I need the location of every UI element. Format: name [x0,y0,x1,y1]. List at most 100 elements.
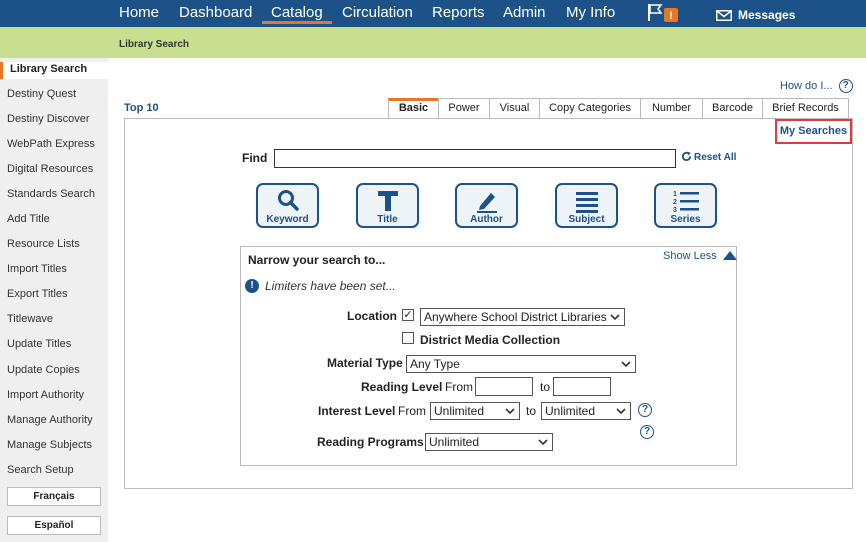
top-navigation: Home Dashboard Catalog Circulation Repor… [0,0,866,27]
reset-all-link[interactable]: Reset All [681,151,736,163]
location-value: Anywhere School District Libraries [424,310,607,324]
title-label: Title [377,214,398,225]
sidebar-item-digital-resources[interactable]: Digital Resources [7,163,93,175]
keyword-label: Keyword [266,214,309,225]
sidebar-item-import-titles[interactable]: Import Titles [7,263,67,275]
sidebar-item-resource-lists[interactable]: Resource Lists [7,238,80,250]
series-label: Series [670,214,701,225]
sidebar-item-standards-search[interactable]: Standards Search [7,188,95,200]
flag-icon[interactable]: ! [647,3,681,23]
numbered-list-icon: 1 2 3 [673,191,699,214]
how-do-i-label: How do I... [780,79,833,92]
nav-catalog[interactable]: Catalog [262,4,332,24]
search-tabs: Basic Power Visual Copy Categories Numbe… [388,98,849,118]
help-icon: ? [838,79,853,93]
breadcrumb-bar: Library Search [0,27,866,58]
tab-power[interactable]: Power [438,98,490,118]
limiters-note: Limiters have been set... [265,279,396,293]
sidebar-item-add-title[interactable]: Add Title [7,213,50,225]
interest-to-select[interactable]: Unlimited [541,402,631,420]
sidebar-item-update-copies[interactable]: Update Copies [7,364,80,376]
tab-barcode[interactable]: Barcode [702,98,763,118]
district-checkbox[interactable] [402,332,414,344]
author-search-button[interactable]: Author [455,183,518,228]
reset-all-label: Reset All [694,152,737,163]
messages-link[interactable]: Messages [716,8,795,22]
find-label: Find [242,151,268,165]
breadcrumb: Library Search [119,39,190,50]
svg-text:2: 2 [673,199,677,206]
interest-level-label: Interest Level [318,404,396,418]
sidebar: Library Search Destiny Quest Destiny Dis… [0,58,108,542]
material-type-select[interactable]: Any Type [406,355,636,373]
interest-to-value: Unlimited [545,404,596,418]
narrow-title: Narrow your search to... [248,253,386,267]
sidebar-item-update-titles[interactable]: Update Titles [7,338,71,350]
series-search-button[interactable]: 1 2 3 Series [654,183,717,228]
tab-basic[interactable]: Basic [388,98,439,118]
how-do-i-link[interactable]: How do I... ? [780,79,853,93]
sidebar-item-webpath-express[interactable]: WebPath Express [7,138,95,150]
nav-home[interactable]: Home [119,4,159,21]
tab-visual[interactable]: Visual [489,98,540,118]
title-search-button[interactable]: Title [356,183,419,228]
nav-dashboard[interactable]: Dashboard [179,4,252,21]
sidebar-item-destiny-quest[interactable]: Destiny Quest [7,88,76,100]
sidebar-item-library-search[interactable]: Library Search [0,62,108,79]
language-french-button[interactable]: Français [7,487,101,506]
interest-from-value: Unlimited [434,404,485,418]
nav-admin[interactable]: Admin [503,4,546,21]
reading-programs-value: Unlimited [429,435,480,449]
reading-programs-select[interactable]: Unlimited [425,433,553,451]
my-searches-button[interactable]: My Searches [775,119,852,144]
keyword-search-button[interactable]: Keyword [256,183,319,228]
sidebar-item-search-setup[interactable]: Search Setup [7,464,74,476]
interest-from-label: From [398,404,426,418]
sidebar-item-destiny-discover[interactable]: Destiny Discover [7,113,90,125]
envelope-icon [716,10,732,21]
sidebar-item-import-authority[interactable]: Import Authority [7,389,84,401]
interest-from-select[interactable]: Unlimited [430,402,520,420]
reading-from-label: From [445,380,473,394]
find-input[interactable] [274,149,676,168]
reading-level-label: Reading Level [361,380,443,394]
location-label: Location [347,309,397,323]
language-spanish-button[interactable]: Español [7,516,101,535]
nav-reports[interactable]: Reports [432,4,485,21]
location-select[interactable]: Anywhere School District Libraries [420,308,625,326]
chevron-down-icon [621,361,631,368]
list-lines-icon [575,192,598,213]
reading-to-label: to [540,380,551,394]
magnifier-icon [277,190,299,211]
chevron-down-icon [610,314,620,321]
messages-label: Messages [738,8,796,22]
sidebar-item-export-titles[interactable]: Export Titles [7,288,68,300]
subject-search-button[interactable]: Subject [555,183,618,228]
svg-text:1: 1 [673,191,677,198]
location-checkbox[interactable]: ✓ [402,309,414,321]
tab-number[interactable]: Number [640,98,703,118]
chevron-down-icon [505,408,515,415]
material-type-label: Material Type [327,356,403,370]
reading-programs-help-icon[interactable]: ? [640,425,654,439]
interest-to-label: to [526,404,537,418]
flag-badge: ! [669,10,673,22]
svg-text:3: 3 [673,207,677,214]
tab-copy-categories[interactable]: Copy Categories [539,98,641,118]
tab-brief-records[interactable]: Brief Records [762,98,849,118]
top-10-link[interactable]: Top 10 [124,102,159,114]
reading-level-from-input[interactable] [475,377,533,396]
subject-label: Subject [568,214,605,225]
nav-my-info[interactable]: My Info [566,4,615,21]
info-icon: ! [245,279,259,293]
pen-icon [476,193,497,213]
title-t-icon [377,191,398,211]
interest-help-icon[interactable]: ? [638,403,652,417]
nav-circulation[interactable]: Circulation [342,4,413,21]
reading-level-to-input[interactable] [553,377,611,396]
sidebar-item-titlewave[interactable]: Titlewave [7,313,53,325]
sidebar-item-manage-authority[interactable]: Manage Authority [7,414,93,426]
sidebar-item-manage-subjects[interactable]: Manage Subjects [7,439,92,451]
reading-programs-label: Reading Programs [317,435,424,449]
show-less-link[interactable]: Show Less [663,250,737,262]
